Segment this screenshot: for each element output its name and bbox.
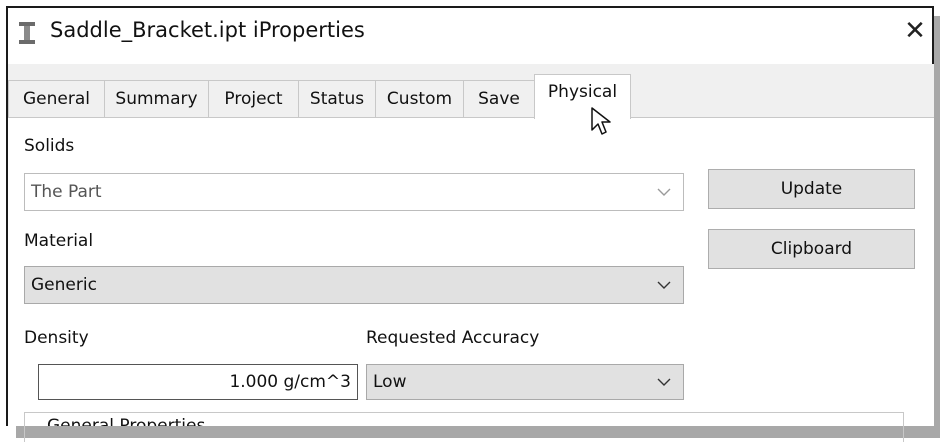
tab-physical[interactable]: Physical — [534, 74, 631, 119]
accuracy-value: Low — [373, 372, 407, 392]
general-properties-label: General Properties — [44, 416, 209, 426]
chevron-down-icon — [657, 188, 671, 196]
close-icon[interactable]: ✕ — [898, 14, 932, 48]
chevron-down-icon — [657, 281, 671, 289]
solids-dropdown[interactable]: The Part — [24, 173, 684, 211]
tab-project[interactable]: Project — [208, 80, 299, 118]
density-label: Density — [24, 328, 89, 348]
requested-accuracy-dropdown[interactable]: Low — [366, 364, 684, 400]
material-value: Generic — [31, 275, 97, 295]
chevron-down-icon — [657, 378, 671, 386]
material-dropdown[interactable]: Generic — [24, 266, 684, 304]
solids-label: Solids — [24, 136, 75, 156]
window-shadow-right — [934, 16, 940, 438]
update-button[interactable]: Update — [708, 169, 915, 209]
tab-summary[interactable]: Summary — [104, 80, 209, 118]
clipboard-button[interactable]: Clipboard — [708, 229, 915, 269]
tab-save[interactable]: Save — [463, 80, 535, 118]
tab-custom[interactable]: Custom — [375, 80, 464, 118]
solids-value: The Part — [31, 182, 102, 202]
material-label: Material — [24, 231, 94, 251]
tab-general[interactable]: General — [8, 80, 105, 118]
density-field[interactable]: 1.000 g/cm^3 — [38, 364, 358, 400]
tab-status[interactable]: Status — [298, 80, 376, 118]
mouse-cursor-icon — [591, 107, 611, 135]
inventor-part-icon — [19, 22, 35, 44]
window-title: Saddle_Bracket.ipt iProperties — [50, 18, 365, 42]
requested-accuracy-label: Requested Accuracy — [366, 328, 540, 348]
